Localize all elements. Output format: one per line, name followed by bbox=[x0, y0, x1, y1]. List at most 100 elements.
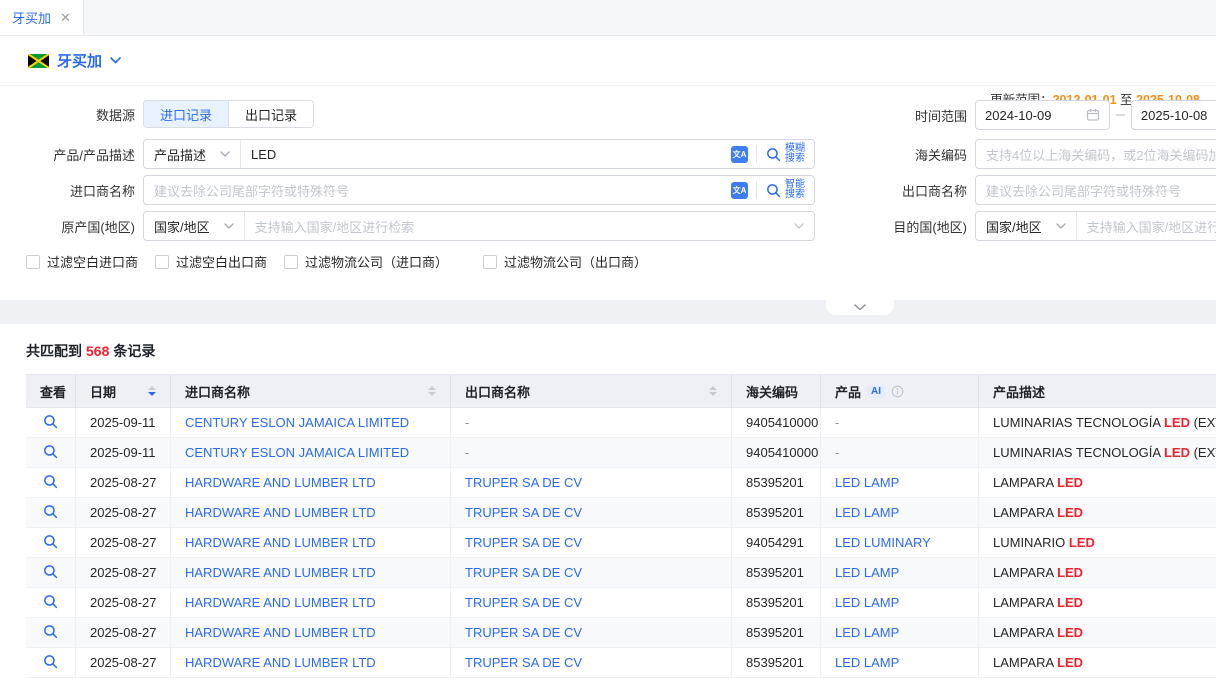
col-header-desc: 产品描述 bbox=[978, 374, 1216, 408]
date-range-separator: – bbox=[1116, 106, 1125, 124]
view-record-button[interactable] bbox=[43, 594, 58, 609]
cell-product[interactable]: LED LUMINARY bbox=[820, 528, 978, 558]
view-record-button[interactable] bbox=[43, 564, 58, 579]
col-header-date[interactable]: 日期 bbox=[75, 374, 170, 408]
col-header-importer-label: 进口商名称 bbox=[185, 382, 250, 401]
hs-code-label: 海关编码 bbox=[875, 145, 967, 164]
cell-exporter[interactable]: TRUPER SA DE CV bbox=[450, 558, 731, 588]
checkbox-filter-logistics-exporter[interactable]: 过滤物流公司（出口商） bbox=[483, 252, 647, 271]
col-header-exporter-label: 出口商名称 bbox=[465, 382, 530, 401]
summary-prefix: 共匹配到 bbox=[26, 343, 82, 359]
cell-product[interactable]: LED LAMP bbox=[820, 558, 978, 588]
destination-country-select[interactable]: 国家/地区 bbox=[976, 212, 1077, 240]
cell-product[interactable]: LED LAMP bbox=[820, 498, 978, 528]
sort-control-date[interactable] bbox=[148, 386, 156, 396]
info-icon[interactable] bbox=[891, 385, 904, 398]
cell-exporter[interactable]: TRUPER SA DE CV bbox=[450, 618, 731, 648]
tab-close-icon[interactable]: ✕ bbox=[60, 10, 71, 26]
view-record-button[interactable] bbox=[43, 624, 58, 639]
checkbox-filter-blank-exporter[interactable]: 过滤空白出口商 bbox=[155, 252, 267, 271]
search-icon bbox=[766, 183, 781, 198]
checkbox-filter-blank-importer[interactable]: 过滤空白进口商 bbox=[26, 252, 138, 271]
cell-exporter[interactable]: TRUPER SA DE CV bbox=[450, 498, 731, 528]
cell-product[interactable]: LED LAMP bbox=[820, 618, 978, 648]
origin-country-input[interactable]: 支持输入国家/地区进行检索 bbox=[245, 212, 794, 240]
cell-exporter[interactable]: TRUPER SA DE CV bbox=[450, 588, 731, 618]
importer-search-group: 建议去除公司尾部字符或特殊符号 文A 智能搜索 bbox=[143, 175, 815, 205]
date-start-input[interactable]: 2024-10-09 bbox=[975, 100, 1110, 130]
checkbox-icon[interactable] bbox=[284, 255, 298, 269]
sort-control-importer[interactable] bbox=[428, 386, 436, 396]
cell-importer-link[interactable]: CENTURY ESLON JAMAICA LIMITED bbox=[170, 408, 450, 438]
destination-country-input[interactable]: 支持输入国家/地区进行检索 bbox=[1077, 212, 1216, 240]
date-end-input[interactable]: 2025-10-08 bbox=[1131, 100, 1216, 130]
table-row: 2025-08-27 HARDWARE AND LUMBER LTD TRUPE… bbox=[26, 618, 1216, 648]
col-header-importer[interactable]: 进口商名称 bbox=[170, 374, 450, 408]
cell-product[interactable]: LED LAMP bbox=[820, 648, 978, 678]
product-type-value: 产品描述 bbox=[154, 145, 206, 164]
translate-icon[interactable]: 文A bbox=[731, 146, 748, 163]
fuzzy-search-button[interactable]: 模糊搜索 bbox=[757, 140, 814, 168]
cell-product: - bbox=[820, 438, 978, 468]
cell-hs-code: 85395201 bbox=[731, 498, 820, 528]
cell-importer-link[interactable]: HARDWARE AND LUMBER LTD bbox=[170, 468, 450, 498]
checkbox-icon[interactable] bbox=[483, 255, 497, 269]
fuzzy-search-line2: 搜索 bbox=[785, 153, 805, 164]
cell-importer-link[interactable]: HARDWARE AND LUMBER LTD bbox=[170, 498, 450, 528]
view-record-button[interactable] bbox=[43, 534, 58, 549]
destination-select-value: 国家/地区 bbox=[986, 217, 1042, 236]
country-header: 牙买加 bbox=[0, 36, 1216, 86]
cell-exporter[interactable]: TRUPER SA DE CV bbox=[450, 528, 731, 558]
cell-importer-link[interactable]: HARDWARE AND LUMBER LTD bbox=[170, 618, 450, 648]
summary-suffix: 条记录 bbox=[113, 343, 155, 359]
cell-hs-code: 9405410000 bbox=[731, 438, 820, 468]
table-row: 2025-08-27 HARDWARE AND LUMBER LTD TRUPE… bbox=[26, 468, 1216, 498]
calendar-icon[interactable] bbox=[1086, 108, 1100, 122]
view-record-button[interactable] bbox=[43, 414, 58, 429]
smart-search-line2: 搜索 bbox=[785, 189, 805, 200]
cell-importer-link[interactable]: CENTURY ESLON JAMAICA LIMITED bbox=[170, 438, 450, 468]
cell-product[interactable]: LED LAMP bbox=[820, 588, 978, 618]
cell-date: 2025-08-27 bbox=[75, 618, 170, 648]
toggle-import-records[interactable]: 进口记录 bbox=[144, 101, 228, 127]
smart-search-button[interactable]: 智能搜索 bbox=[757, 176, 814, 204]
cell-importer-link[interactable]: HARDWARE AND LUMBER LTD bbox=[170, 588, 450, 618]
translate-icon[interactable]: 文A bbox=[731, 182, 748, 199]
col-header-view: 查看 bbox=[26, 374, 75, 408]
col-header-exporter[interactable]: 出口商名称 bbox=[450, 374, 731, 408]
checkbox-icon[interactable] bbox=[26, 255, 40, 269]
importer-input[interactable]: 建议去除公司尾部字符或特殊符号 bbox=[144, 176, 731, 204]
cell-hs-code: 85395201 bbox=[731, 618, 820, 648]
cell-importer-link[interactable]: HARDWARE AND LUMBER LTD bbox=[170, 558, 450, 588]
exporter-label: 出口商名称 bbox=[875, 181, 967, 200]
chevron-down-icon bbox=[854, 304, 866, 311]
view-record-button[interactable] bbox=[43, 474, 58, 489]
tab-jamaica[interactable]: 牙买加 ✕ bbox=[0, 0, 84, 35]
product-search-input[interactable]: LED bbox=[241, 140, 731, 168]
view-record-button[interactable] bbox=[43, 654, 58, 669]
checkbox-icon[interactable] bbox=[155, 255, 169, 269]
cell-importer-link[interactable]: HARDWARE AND LUMBER LTD bbox=[170, 528, 450, 558]
toggle-export-records[interactable]: 出口记录 bbox=[228, 101, 313, 127]
cell-exporter[interactable]: TRUPER SA DE CV bbox=[450, 468, 731, 498]
checkbox-filter-logistics-importer[interactable]: 过滤物流公司（进口商） bbox=[284, 252, 448, 271]
exporter-input[interactable]: 建议去除公司尾部字符或特殊符号 bbox=[975, 175, 1216, 205]
collapse-filters-button[interactable] bbox=[826, 300, 894, 315]
cell-exporter[interactable]: TRUPER SA DE CV bbox=[450, 648, 731, 678]
hs-code-input[interactable]: 支持4位以上海关编码，或2位海关编码加上 bbox=[975, 139, 1216, 169]
cell-hs-code: 85395201 bbox=[731, 558, 820, 588]
view-record-button[interactable] bbox=[43, 444, 58, 459]
destination-country-label: 目的国(地区) bbox=[875, 217, 967, 236]
summary-count: 568 bbox=[86, 343, 109, 359]
country-dropdown-chevron-icon[interactable] bbox=[110, 57, 121, 64]
cell-product[interactable]: LED LAMP bbox=[820, 468, 978, 498]
view-record-button[interactable] bbox=[43, 504, 58, 519]
filter-panel: 更新范围：2012-01-01 至 2025-10-08 数据源 进口记录 出口… bbox=[0, 86, 1216, 300]
cell-importer-link[interactable]: HARDWARE AND LUMBER LTD bbox=[170, 648, 450, 678]
product-search-group: 产品描述 LED 文A 模糊搜索 bbox=[143, 139, 815, 169]
origin-country-select[interactable]: 国家/地区 bbox=[144, 212, 245, 240]
cell-product-description: LAMPARA LED bbox=[978, 468, 1216, 498]
product-type-select[interactable]: 产品描述 bbox=[144, 140, 241, 168]
sort-control-exporter[interactable] bbox=[709, 386, 717, 396]
cell-product-description: LAMPARA LED bbox=[978, 558, 1216, 588]
